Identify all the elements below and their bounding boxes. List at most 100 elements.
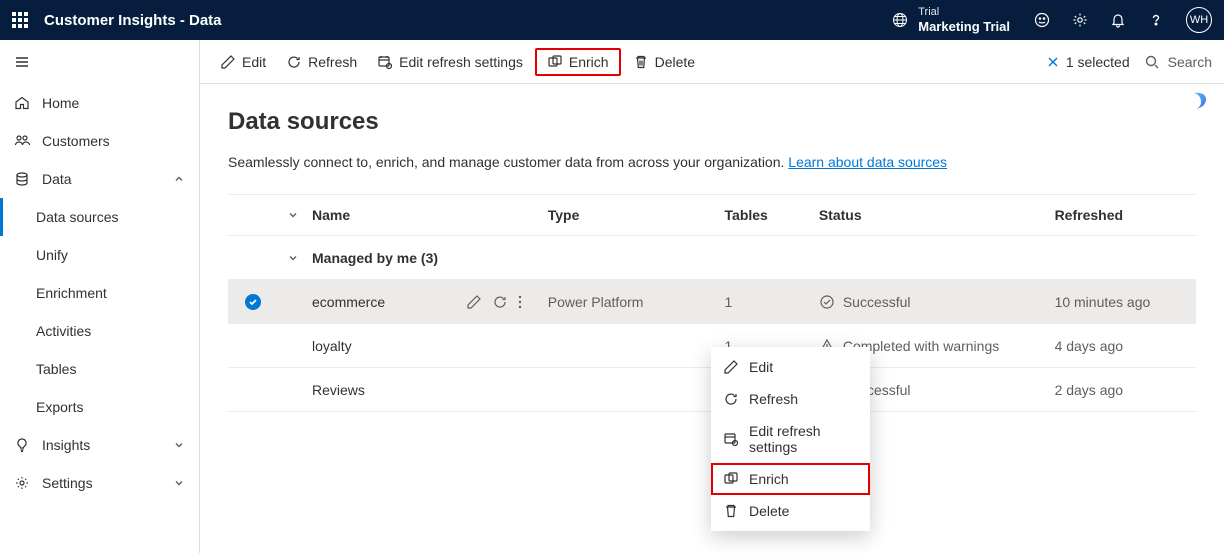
sidebar-item-tables[interactable]: Tables bbox=[0, 350, 199, 388]
refresh-icon bbox=[286, 54, 302, 70]
row-checkbox[interactable] bbox=[245, 294, 261, 310]
search-icon bbox=[1144, 54, 1160, 70]
help-icon[interactable] bbox=[1148, 12, 1164, 28]
row-type: Power Platform bbox=[548, 294, 725, 310]
sidebar-item-customers[interactable]: Customers bbox=[0, 122, 199, 160]
enrich-button[interactable]: Enrich bbox=[535, 48, 621, 76]
sidebar-item-settings[interactable]: Settings bbox=[0, 464, 199, 502]
selected-count: 1 selected bbox=[1066, 54, 1130, 70]
clear-selection-button[interactable]: 1 selected bbox=[1046, 54, 1130, 70]
delete-button[interactable]: Delete bbox=[625, 50, 703, 74]
col-status[interactable]: Status bbox=[819, 207, 1055, 223]
sidebar-item-label: Tables bbox=[36, 361, 76, 377]
ctx-label: Delete bbox=[749, 503, 789, 519]
sidebar-item-label: Settings bbox=[42, 475, 93, 491]
gear-icon bbox=[14, 475, 30, 491]
page-title: Data sources bbox=[228, 108, 1196, 136]
refresh-icon bbox=[723, 391, 739, 407]
ctx-label: Edit bbox=[749, 359, 773, 375]
ctx-label: Edit refresh settings bbox=[749, 423, 858, 455]
pencil-icon[interactable] bbox=[466, 294, 482, 310]
search-button[interactable]: Search bbox=[1144, 54, 1212, 70]
sidebar-item-label: Data bbox=[42, 171, 72, 187]
row-name: Reviews bbox=[312, 382, 365, 398]
calendar-settings-icon bbox=[723, 431, 739, 447]
top-header: Customer Insights - Data Trial Marketing… bbox=[0, 0, 1224, 40]
learn-link[interactable]: Learn about data sources bbox=[788, 154, 947, 170]
row-name: loyalty bbox=[312, 338, 352, 354]
cmd-label: Enrich bbox=[569, 54, 609, 70]
table-row[interactable]: ecommerce Power Platform 1 Successful 10 bbox=[228, 280, 1196, 324]
row-refreshed: 10 minutes ago bbox=[1055, 294, 1196, 310]
refresh-icon[interactable] bbox=[492, 294, 508, 310]
avatar[interactable]: WH bbox=[1186, 7, 1212, 33]
group-row: Managed by me (3) bbox=[228, 236, 1196, 280]
environment-picker[interactable]: Trial Marketing Trial bbox=[892, 6, 1010, 34]
sidebar-item-label: Data sources bbox=[36, 209, 118, 225]
lightbulb-icon bbox=[14, 437, 30, 453]
chevron-up-icon bbox=[173, 173, 185, 185]
col-name[interactable]: Name bbox=[308, 207, 548, 223]
group-label: Managed by me (3) bbox=[308, 250, 1196, 266]
sidebar-item-label: Insights bbox=[42, 437, 90, 453]
gear-icon[interactable] bbox=[1072, 12, 1088, 28]
cmd-label: Search bbox=[1168, 54, 1212, 70]
sidebar-item-label: Customers bbox=[42, 133, 110, 149]
check-circle-icon bbox=[819, 294, 835, 310]
hamburger-icon[interactable] bbox=[0, 40, 199, 84]
database-icon bbox=[14, 171, 30, 187]
col-tables[interactable]: Tables bbox=[725, 207, 819, 223]
cmd-label: Delete bbox=[655, 54, 695, 70]
row-status: Successful bbox=[843, 294, 911, 310]
sidebar-item-label: Unify bbox=[36, 247, 68, 263]
chevron-down-icon[interactable] bbox=[278, 252, 308, 264]
chevron-down-icon bbox=[173, 439, 185, 451]
bell-icon[interactable] bbox=[1110, 12, 1126, 28]
ctx-label: Enrich bbox=[749, 471, 789, 487]
row-name: ecommerce bbox=[312, 294, 385, 310]
ctx-enrich[interactable]: Enrich bbox=[711, 463, 870, 495]
copilot-icon[interactable] bbox=[1188, 90, 1210, 112]
pencil-icon bbox=[723, 359, 739, 375]
sidebar-item-insights[interactable]: Insights bbox=[0, 426, 199, 464]
sidebar-item-enrichment[interactable]: Enrichment bbox=[0, 274, 199, 312]
cmd-label: Refresh bbox=[308, 54, 357, 70]
edit-refresh-settings-button[interactable]: Edit refresh settings bbox=[369, 50, 531, 74]
env-name: Marketing Trial bbox=[918, 19, 1010, 34]
ctx-refresh[interactable]: Refresh bbox=[711, 383, 870, 415]
sidebar-item-home[interactable]: Home bbox=[0, 84, 199, 122]
sidebar-item-data-sources[interactable]: Data sources bbox=[0, 198, 199, 236]
chevron-down-icon[interactable] bbox=[278, 209, 308, 221]
env-label: Trial bbox=[918, 6, 1010, 18]
sidebar-item-unify[interactable]: Unify bbox=[0, 236, 199, 274]
sidebar-item-exports[interactable]: Exports bbox=[0, 388, 199, 426]
more-icon[interactable] bbox=[518, 294, 522, 310]
table-header: Name Type Tables Status Refreshed bbox=[228, 194, 1196, 236]
row-refreshed: 2 days ago bbox=[1055, 382, 1196, 398]
main: Edit Refresh Edit refresh settings Enric… bbox=[200, 40, 1224, 553]
globe-icon bbox=[892, 12, 908, 28]
context-menu: Edit Refresh Edit refresh settings Enric… bbox=[711, 347, 870, 531]
x-icon bbox=[1046, 55, 1060, 69]
cmd-label: Edit bbox=[242, 54, 266, 70]
ctx-edit-refresh-settings[interactable]: Edit refresh settings bbox=[711, 415, 870, 463]
app-launcher-icon[interactable] bbox=[12, 12, 28, 28]
sidebar-item-data[interactable]: Data bbox=[0, 160, 199, 198]
enrich-icon bbox=[723, 471, 739, 487]
refresh-button[interactable]: Refresh bbox=[278, 50, 365, 74]
sidebar-item-activities[interactable]: Activities bbox=[0, 312, 199, 350]
row-refreshed: 4 days ago bbox=[1055, 338, 1196, 354]
sidebar-item-label: Exports bbox=[36, 399, 83, 415]
ctx-delete[interactable]: Delete bbox=[711, 495, 870, 527]
sidebar-item-label: Home bbox=[42, 95, 79, 111]
trash-icon bbox=[633, 54, 649, 70]
sidebar-item-label: Enrichment bbox=[36, 285, 107, 301]
smile-icon[interactable] bbox=[1034, 12, 1050, 28]
edit-button[interactable]: Edit bbox=[212, 50, 274, 74]
col-refreshed[interactable]: Refreshed bbox=[1055, 207, 1196, 223]
ctx-edit[interactable]: Edit bbox=[711, 351, 870, 383]
col-type[interactable]: Type bbox=[548, 207, 725, 223]
desc-text: Seamlessly connect to, enrich, and manag… bbox=[228, 154, 788, 170]
page-description: Seamlessly connect to, enrich, and manag… bbox=[228, 154, 1196, 170]
enrich-icon bbox=[547, 54, 563, 70]
